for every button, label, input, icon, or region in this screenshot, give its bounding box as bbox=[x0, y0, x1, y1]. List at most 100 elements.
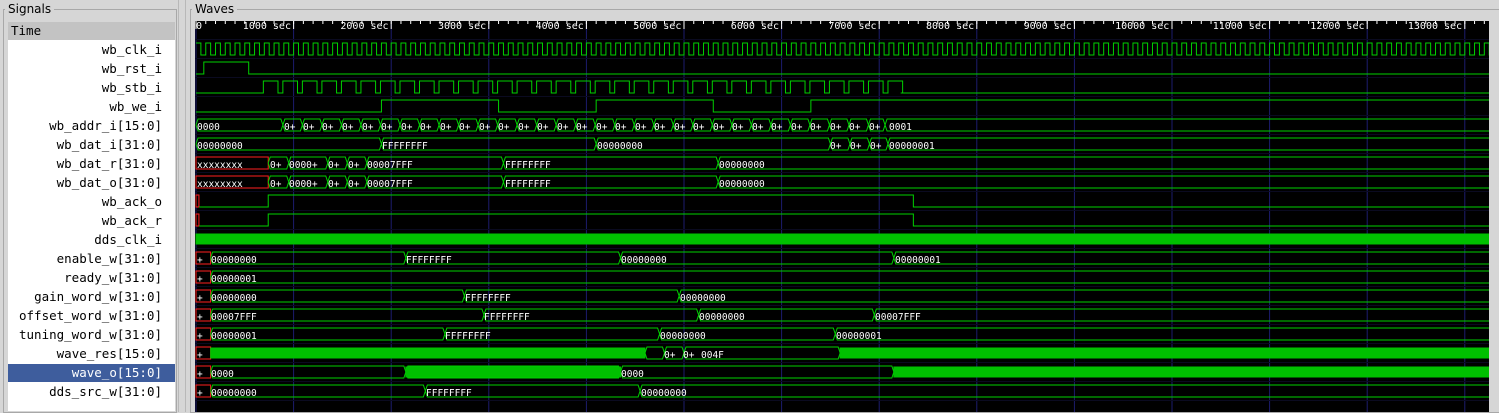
signal-row[interactable]: wb_addr_i[15:0] bbox=[8, 117, 175, 135]
value-label: 0+ bbox=[362, 122, 374, 133]
value-label: 0+ bbox=[810, 122, 822, 133]
value-label: 0+ bbox=[479, 122, 491, 133]
dense-activity bbox=[195, 233, 1489, 245]
value-label: + bbox=[197, 350, 203, 361]
value-label: 0+ bbox=[348, 160, 360, 171]
value-label: + bbox=[197, 293, 203, 304]
signal-row[interactable]: wb_dat_r[31:0] bbox=[8, 155, 175, 173]
waveform-canvas[interactable]: 0 1000 sec 2000 sec 3000 sec 4000 sec 5000 se… bbox=[195, 21, 1489, 412]
value-label: 0+ bbox=[596, 122, 608, 133]
value-label: 0+ bbox=[303, 122, 315, 133]
value-label: 0+ bbox=[713, 122, 725, 133]
value-label: xxxxxxxx bbox=[197, 179, 243, 190]
time-label: 0 bbox=[196, 21, 202, 32]
signal-trace bbox=[196, 80, 1489, 94]
signal-trace bbox=[196, 42, 1489, 56]
value-label: 0000 bbox=[197, 122, 220, 133]
value-label: 0+ bbox=[850, 141, 862, 152]
value-label: 0+ bbox=[537, 122, 549, 133]
value-label: FFFFFFFF bbox=[484, 312, 530, 323]
value-label: 0+ bbox=[348, 179, 360, 190]
bus-trace bbox=[267, 156, 1489, 170]
value-label: 0+ bbox=[771, 122, 783, 133]
signal-row[interactable]: dds_src_w[31:0] bbox=[8, 383, 175, 401]
bus-trace bbox=[620, 365, 895, 379]
value-label: 0+ bbox=[635, 122, 647, 133]
value-label: xxxxxxxx bbox=[197, 160, 243, 171]
bus-trace bbox=[210, 270, 1489, 284]
time-header[interactable]: Time bbox=[8, 22, 175, 40]
value-label: 0+ bbox=[270, 179, 282, 190]
value-label: + bbox=[197, 312, 203, 323]
signal-list[interactable]: Time wb_clk_i wb_rst_i wb_stb_i wb_we_i … bbox=[8, 22, 175, 411]
value-label: 0+ bbox=[752, 122, 764, 133]
signal-row[interactable]: wb_we_i bbox=[8, 98, 175, 116]
signals-pane-title: Signals bbox=[5, 2, 55, 16]
signal-row[interactable]: dds_clk_i bbox=[8, 231, 175, 249]
value-label: 00000000 bbox=[621, 255, 667, 266]
value-label: 0+ bbox=[498, 122, 510, 133]
dense-activity bbox=[405, 366, 622, 378]
dense-activity bbox=[893, 366, 1489, 378]
value-label: 0+ bbox=[615, 122, 627, 133]
value-label: 0+ bbox=[576, 122, 588, 133]
value-label: FFFFFFFF bbox=[505, 160, 551, 171]
value-label: 00007FFF bbox=[367, 160, 413, 171]
signal-row[interactable]: wave_res[15:0] bbox=[8, 345, 175, 363]
bus-trace bbox=[267, 175, 1489, 189]
value-label: 0+ bbox=[830, 122, 842, 133]
bus-trace bbox=[210, 384, 1489, 398]
signal-row[interactable]: wb_dat_o[31:0] bbox=[8, 174, 175, 192]
bus-trace bbox=[210, 289, 1489, 303]
signal-row[interactable]: wb_stb_i bbox=[8, 79, 175, 97]
value-label: 0+ bbox=[732, 122, 744, 133]
value-label: 00000000 bbox=[699, 312, 745, 323]
signal-trace bbox=[196, 99, 1489, 113]
value-label: + bbox=[197, 274, 203, 285]
value-label: FFFFFFFF bbox=[505, 179, 551, 190]
value-label: + bbox=[197, 255, 203, 266]
signal-row[interactable]: wb_clk_i bbox=[8, 41, 175, 59]
signal-row[interactable]: gain_word_w[31:0] bbox=[8, 288, 175, 306]
value-label: 00000000 bbox=[719, 179, 765, 190]
value-label: 00000000 bbox=[680, 293, 726, 304]
signal-row[interactable]: wb_ack_o bbox=[8, 193, 175, 211]
signal-row[interactable]: wb_ack_r bbox=[8, 212, 175, 230]
bus-trace bbox=[210, 251, 1489, 265]
value-label: 0+ bbox=[654, 122, 666, 133]
bus-trace bbox=[210, 308, 1489, 322]
signal-row[interactable]: offset_word_w[31:0] bbox=[8, 307, 175, 325]
value-label: 00000000 bbox=[211, 255, 257, 266]
signal-trace bbox=[198, 213, 1489, 227]
value-label: 00007FFF bbox=[367, 179, 413, 190]
value-label: 0+ bbox=[557, 122, 569, 133]
dense-activity bbox=[210, 347, 646, 359]
value-label: 0+ bbox=[401, 122, 413, 133]
value-label: 0000 bbox=[211, 369, 234, 380]
value-label: + bbox=[197, 331, 203, 342]
value-label: 0+ bbox=[674, 122, 686, 133]
waveform-viewer[interactable]: 0 1000 sec 2000 sec 3000 sec 4000 sec 5000 se… bbox=[195, 21, 1489, 412]
signal-row[interactable]: wb_dat_i[31:0] bbox=[8, 136, 175, 154]
value-label: FFFFFFFF bbox=[426, 388, 472, 399]
value-label: FFFFFFFF bbox=[406, 255, 452, 266]
value-label: 00000000 bbox=[597, 141, 643, 152]
value-label: 0+ bbox=[830, 141, 842, 152]
signal-row[interactable]: enable_w[31:0] bbox=[8, 250, 175, 268]
signal-row[interactable]: wb_rst_i bbox=[8, 60, 175, 78]
signal-row-selected[interactable]: wave_o[15:0] bbox=[8, 364, 175, 382]
value-label: 00007FFF bbox=[875, 312, 921, 323]
signal-row[interactable]: tuning_word_w[31:0] bbox=[8, 326, 175, 344]
value-label: 0+ bbox=[381, 122, 393, 133]
value-label: 00000001 bbox=[889, 141, 935, 152]
value-label: 0+ bbox=[870, 141, 882, 152]
value-label: 0+ bbox=[284, 122, 296, 133]
value-label: 0+ bbox=[849, 122, 861, 133]
value-label: 00000001 bbox=[836, 331, 882, 342]
signal-trace bbox=[198, 194, 1489, 208]
signal-row[interactable]: ready_w[31:0] bbox=[8, 269, 175, 287]
pane-divider[interactable] bbox=[178, 0, 186, 412]
value-label: 0+ bbox=[420, 122, 432, 133]
value-label: 00000000 bbox=[197, 141, 243, 152]
value-label: 0+ bbox=[459, 122, 471, 133]
